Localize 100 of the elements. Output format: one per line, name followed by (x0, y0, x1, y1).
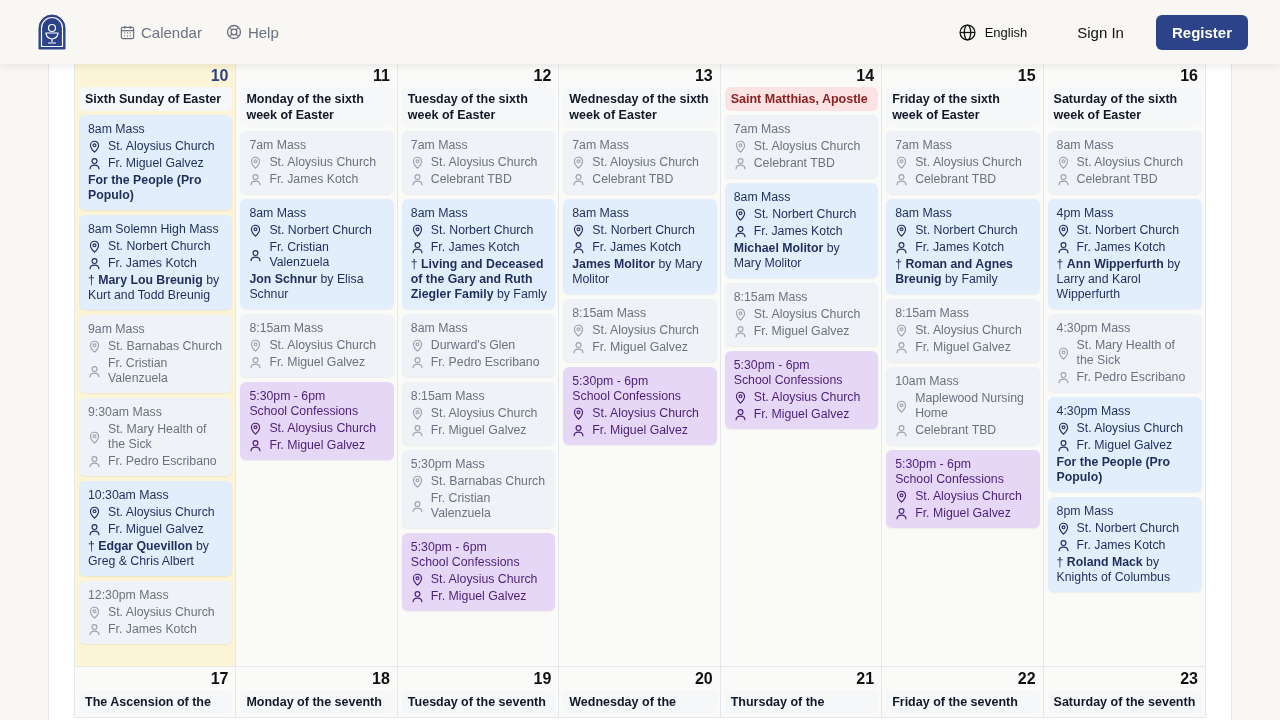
register-button[interactable]: Register (1155, 14, 1248, 50)
event-card[interactable]: 10am Mass Maplewood Nursing Home Celebrant TBD (886, 367, 1040, 445)
event-time: 9:30am Mass (88, 405, 163, 420)
liturgical-day-title: The Ascension of the (79, 690, 233, 714)
location-pin-icon (410, 156, 424, 169)
event-celebrant: Fr. Cristian Valenzuela (108, 356, 169, 386)
event-card[interactable]: 9am Mass St. Barnabas Church Fr. Cristian Valenzuela (79, 315, 233, 393)
person-icon (88, 455, 101, 468)
event-card[interactable]: 8:15am Mass St. Aloysius Church Fr. Miguel Galvez (886, 299, 1040, 362)
event-celebrant: Fr. Pedro Escribano (108, 454, 217, 469)
event-card[interactable]: 4pm Mass St. Norbert Church Fr. James Kotch † Ann Wipperfurth by Larry and Karol Wipperfurth (1047, 199, 1202, 309)
event-celebrant: Celebrant TBD (1076, 172, 1158, 187)
event-time: 8am Mass (1056, 138, 1115, 153)
event-location: St. Aloysius Church (269, 421, 377, 436)
location-pin-icon (88, 606, 101, 619)
event-card[interactable]: 10:30am Mass St. Aloysius Church Fr. Miguel Galvez † Edgar Quevillon by Greg & Chris Albert (79, 481, 233, 576)
person-icon (1056, 539, 1070, 552)
event-card[interactable]: 8am Solemn High Mass St. Norbert Church Fr. James Kotch † Mary Lou Breunig by Kurt and Todd Breunig (79, 215, 233, 310)
event-card[interactable]: 4:30pm Mass St. Mary Health of the Sick Fr. Pedro Escribano (1047, 314, 1202, 392)
event-card[interactable]: 12:30pm Mass St. Aloysius Church Fr. James Kotch (79, 581, 233, 644)
event-location: St. Mary Health of the Sick (108, 422, 208, 452)
nav-link[interactable]: Calendar (120, 23, 202, 41)
liturgical-day-title: Wednesday of the (563, 690, 717, 714)
event-location: St. Aloysius Church (1076, 155, 1184, 170)
day-number: 12 (532, 66, 553, 86)
location-pin-icon (1056, 346, 1070, 360)
liturgical-day-title: Saturday of the sixth week of Easter (1047, 87, 1202, 127)
event-time: 4:30pm Mass (1056, 321, 1132, 336)
event-time: 8am Solemn High Mass (88, 222, 220, 237)
language-selector[interactable]: English (958, 23, 1028, 41)
event-time: 8pm Mass (1056, 504, 1115, 519)
event-location: St. Norbert Church (108, 239, 211, 254)
location-pin-icon (895, 324, 909, 337)
event-location: St. Aloysius Church (269, 155, 377, 170)
event-location: St. Aloysius Church (108, 505, 215, 520)
event-card[interactable]: 8:15am Mass St. Aloysius Church Fr. Miguel Galvez (240, 314, 394, 377)
event-card[interactable]: 8:15am Mass St. Aloysius Church Fr. Miguel Galvez (563, 299, 717, 362)
event-card[interactable]: 8:15am Mass St. Aloysius Church Fr. Miguel Galvez (401, 382, 556, 445)
event-celebrant: Celebrant TBD (592, 172, 674, 187)
day-number: 15 (1016, 66, 1037, 86)
mass-intention: Jon Schnur by Elisa Schnur (249, 272, 365, 302)
mass-intention: † Ann Wipperfurth by Larry and Karol Wipperfurth (1056, 257, 1182, 302)
day-number: 17 (209, 669, 230, 689)
event-card[interactable]: 5:30pm - 6pm School Confessions St. Aloysius Church Fr. Miguel Galvez (724, 351, 879, 429)
event-location: St. Aloysius Church (430, 572, 538, 587)
day-number: 19 (532, 669, 553, 689)
person-icon (410, 424, 424, 437)
event-card[interactable]: 5:30pm - 6pm School Confessions St. Aloysius Church Fr. Miguel Galvez (240, 382, 394, 460)
event-card[interactable]: 9:30am Mass St. Mary Health of the Sick Fr. Pedro Escribano (79, 398, 233, 476)
sign-in-button[interactable]: Sign In (1071, 17, 1130, 47)
event-time: 10:30am Mass (88, 488, 170, 503)
event-time: 4pm Mass (1056, 206, 1115, 221)
event-card[interactable]: 8am Mass St. Aloysius Church Celebrant TBD (1047, 131, 1202, 194)
event-celebrant: Fr. Miguel Galvez (108, 156, 204, 171)
event-card[interactable]: 5:30pm Mass St. Barnabas Church Fr. Cristian Valenzuela (401, 450, 556, 528)
person-icon (410, 173, 424, 186)
event-card[interactable]: 8am Mass St. Norbert Church Fr. James Kotch † Roman and Agnes Breunig by Family (886, 199, 1040, 294)
event-celebrant: Fr. Miguel Galvez (915, 340, 1011, 355)
logo-drawing[interactable] (38, 14, 66, 50)
person-icon (733, 325, 747, 338)
event-celebrant: Celebrant TBD (753, 156, 835, 171)
day-number: 21 (855, 669, 876, 689)
event-card[interactable]: 8am Mass St. Norbert Church Fr. James Kotch † Living and Deceased of the Gary and Ruth Ziegler Family by Famly (401, 199, 556, 309)
event-card[interactable]: 7am Mass St. Aloysius Church Celebrant TBD (886, 131, 1040, 194)
event-location: St. Aloysius Church (915, 323, 1022, 338)
event-card[interactable]: 4:30pm Mass St. Aloysius Church Fr. Miguel Galvez For the People (Pro Populo) (1047, 397, 1202, 492)
event-celebrant: Celebrant TBD (430, 172, 512, 187)
location-pin-icon (895, 224, 909, 237)
event-card[interactable]: 8am Mass St. Norbert Church Fr. James Kotch James Molitor by Mary Molitor (563, 199, 717, 294)
event-card[interactable]: 7am Mass St. Aloysius Church Celebrant TBD (401, 131, 556, 194)
event-card[interactable]: 8am Mass Durward's Glen Fr. Pedro Escribano (401, 314, 556, 377)
event-card[interactable]: 8pm Mass St. Norbert Church Fr. James Kotch † Roland Mack by Knights of Columbus (1047, 497, 1202, 592)
event-card[interactable]: 8am Mass St. Norbert Church Fr. James Kotch Michael Molitor by Mary Molitor (724, 183, 879, 278)
event-card[interactable]: 8am Mass St. Norbert Church Fr. Cristian Valenzuela Jon Schnur by Elisa Schnur (240, 199, 394, 309)
liturgical-day-title: Saint Matthias, Apostle (724, 87, 879, 111)
event-card[interactable]: 7am Mass St. Aloysius Church Celebrant TBD (563, 131, 717, 194)
event-card[interactable]: 7am Mass St. Aloysius Church Celebrant TBD (724, 115, 879, 178)
event-card[interactable]: 8:15am Mass St. Aloysius Church Fr. Miguel Galvez (724, 283, 879, 346)
event-card[interactable]: 5:30pm - 6pm School Confessions St. Aloysius Church Fr. Miguel Galvez (886, 450, 1040, 528)
location-pin-icon (895, 156, 909, 169)
person-icon (410, 356, 424, 369)
event-card[interactable]: 5:30pm - 6pm School Confessions St. Aloysius Church Fr. Miguel Galvez (401, 533, 556, 611)
person-icon (895, 424, 909, 437)
event-time: 8:15am Mass (895, 306, 970, 321)
mass-intention: James Molitor by Mary Molitor (572, 257, 704, 287)
event-time: 5:30pm - 6pm (895, 457, 972, 472)
event-time: 7am Mass (733, 122, 792, 137)
nav-link[interactable]: Help (225, 23, 279, 41)
day-number: 14 (855, 66, 876, 86)
liturgical-day-title: Monday of the sixth week of Easter (240, 87, 394, 127)
person-icon (1056, 439, 1070, 452)
location-pin-icon (88, 140, 101, 153)
location-pin-icon (1056, 156, 1070, 169)
event-celebrant: Celebrant TBD (915, 423, 997, 438)
event-card[interactable]: 5:30pm - 6pm School Confessions St. Aloysius Church Fr. Miguel Galvez (563, 367, 717, 445)
event-card[interactable]: 7am Mass St. Aloysius Church Fr. James Kotch (240, 131, 394, 194)
liturgical-day-title: Friday of the seventh (886, 690, 1040, 714)
event-celebrant: Fr. James Kotch (269, 172, 359, 187)
event-card[interactable]: 8am Mass St. Aloysius Church Fr. Miguel Galvez For the People (Pro Populo) (79, 115, 233, 210)
event-location: St. Norbert Church (592, 223, 695, 238)
